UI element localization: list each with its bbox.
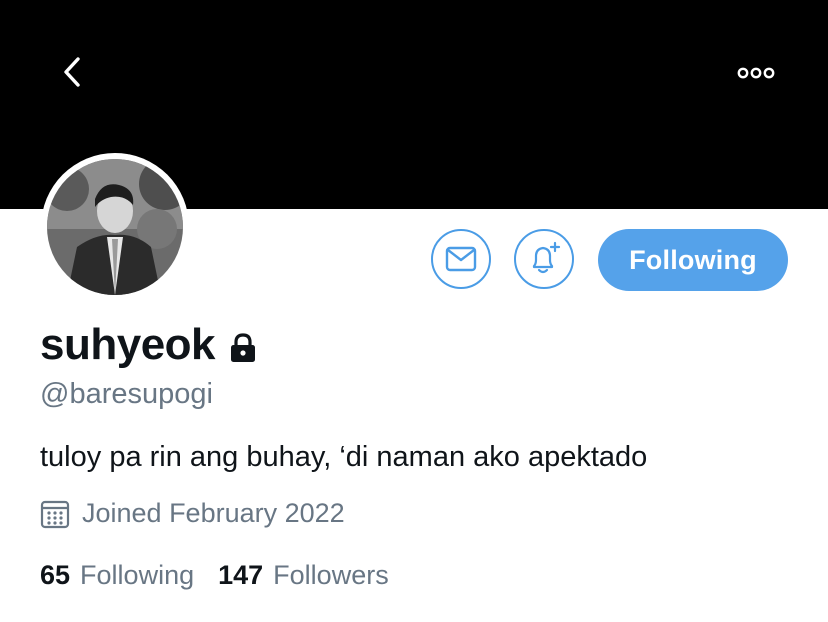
joined-row: Joined February 2022 xyxy=(40,498,345,529)
back-button[interactable] xyxy=(52,52,92,92)
following-button[interactable]: Following xyxy=(598,229,788,291)
avatar-image xyxy=(47,159,183,295)
lock-icon xyxy=(231,333,256,362)
notify-button[interactable] xyxy=(514,229,574,289)
follow-stats: 65 Following 147 Followers xyxy=(40,560,413,591)
display-name: suhyeok xyxy=(40,320,216,369)
avatar[interactable] xyxy=(41,153,189,301)
name-row: suhyeok xyxy=(40,320,259,370)
joined-date: Joined February 2022 xyxy=(82,498,345,528)
following-stat[interactable]: 65 Following xyxy=(40,560,194,591)
user-handle: @baresupogi xyxy=(40,378,213,410)
envelope-icon xyxy=(445,246,477,272)
profile-bio: tuloy pa rin ang buhay, ‘di naman ako ap… xyxy=(40,441,648,473)
more-dots-icon xyxy=(737,67,775,79)
followers-label: Followers xyxy=(273,560,389,590)
followers-count: 147 xyxy=(218,560,264,590)
chevron-left-icon xyxy=(64,57,80,87)
following-label: Following xyxy=(80,560,195,590)
bell-plus-icon xyxy=(532,241,561,274)
followers-stat[interactable]: 147 Followers xyxy=(218,560,389,591)
following-count: 65 xyxy=(40,560,71,590)
calendar-icon xyxy=(40,500,70,528)
message-button[interactable] xyxy=(431,229,491,289)
more-button[interactable] xyxy=(732,60,780,86)
